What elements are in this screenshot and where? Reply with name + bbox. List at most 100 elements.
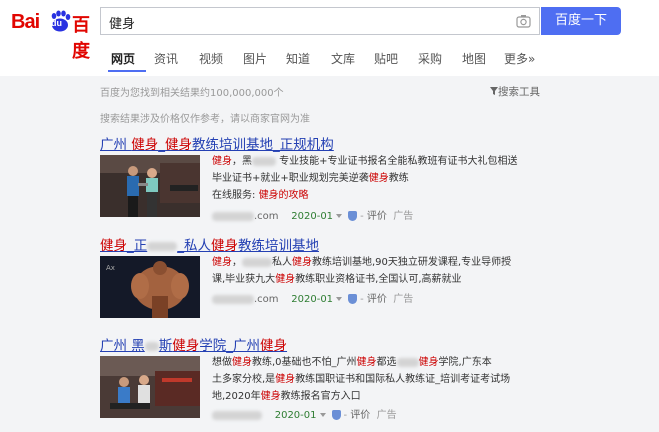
tab-news[interactable]: 资讯 <box>154 50 178 67</box>
search-result: 健身_正 _私人健身教练培训基地 Ax 健身， 私人健身教练培训基地,90天独立研发… <box>100 234 560 324</box>
desc-part: ， <box>232 257 242 268</box>
desc-highlight: 健身 <box>275 374 296 385</box>
desc-highlight: 健身 <box>356 357 377 368</box>
desc-line: 毕业证书+就业+职业规划完美逆袭健身教练 <box>212 170 560 187</box>
desc-part: 都选 <box>376 357 397 368</box>
tab-images[interactable]: 图片 <box>243 50 267 67</box>
desc-part: 学院,广东本 <box>438 357 492 368</box>
desc-line: 在线服务: 健身的攻略 <box>212 187 560 204</box>
tab-wenku[interactable]: 文库 <box>331 50 355 67</box>
search-tools[interactable]: 搜索工具 <box>490 84 540 99</box>
desc-highlight: 健身 <box>212 257 232 268</box>
title-highlight: 健身 <box>211 238 238 254</box>
title-part: _正 <box>127 238 148 254</box>
title-part: 广州 <box>100 137 132 153</box>
desc-highlight: 健身 <box>232 357 252 368</box>
result-meta: .com 2020-01- 评价 广告 <box>212 290 413 305</box>
result-meta: .com 2020-01- 评价 广告 <box>212 207 413 222</box>
tab-zhidao[interactable]: 知道 <box>286 50 310 67</box>
desc-part: 毕业证书+就业+职业规划完美逆袭 <box>212 173 369 184</box>
tab-video[interactable]: 视频 <box>199 50 223 67</box>
logo-chinese: 百度 <box>72 15 90 62</box>
search-result: 广州 健身_健身教练培训基地_正规机构 健身，黑 专业技能+专业证书报名全能私教… <box>100 133 560 225</box>
dropdown-icon[interactable] <box>319 413 326 417</box>
desc-part: 地,2020年 <box>212 391 261 402</box>
result-stats: 百度为您找到相关结果约100,000,000个 <box>100 88 284 99</box>
shield-icon[interactable] <box>331 410 341 420</box>
logo-text: Bai <box>11 11 40 33</box>
camera-icon[interactable] <box>516 14 531 28</box>
redacted-url <box>212 410 262 420</box>
logo-du: du <box>51 18 62 28</box>
desc-highlight: 健身 <box>212 156 232 167</box>
desc-line: 课,毕业获九大健身教练职业资格证书,全国认可,高薪就业 <box>212 271 560 288</box>
desc-line: 想做健身教练,0基础也不怕_广州健身都选 健身学院,广东本 <box>212 354 560 371</box>
result-url[interactable]: .com <box>254 294 279 305</box>
desc-part: 教练职业资格证书,全国认可,高薪就业 <box>295 274 462 285</box>
desc-part: 教练,0基础也不怕_广州 <box>252 357 357 368</box>
title-highlight: 健身 <box>260 338 288 354</box>
desc-highlight: 健身 <box>368 173 389 184</box>
rate-link[interactable]: 评价 <box>367 294 387 305</box>
price-notice: 搜索结果涉及价格仅作参考，请以商家官网为准 <box>100 114 310 125</box>
desc-part: 土多家分校,是 <box>212 374 276 385</box>
result-description: 健身，黑 专业技能+专业证书报名全能私教班有证书大礼包相送 毕业证书+就业+职业… <box>212 153 560 204</box>
dropdown-icon[interactable] <box>336 297 343 301</box>
desc-highlight: 健身 <box>418 357 439 368</box>
redacted-url <box>212 211 254 221</box>
title-part: 教练培训基地_正规机构 <box>192 137 334 153</box>
result-date: 2020-01 <box>291 294 334 305</box>
result-title[interactable]: 广州 黑斯健身学院_广州健身 <box>100 334 287 354</box>
result-thumbnail[interactable] <box>100 356 200 418</box>
search-button[interactable]: 百度一下 <box>541 7 621 35</box>
desc-line: 土多家分校,是健身教练国职证书和国际私人教练证_培训考证考试场 <box>212 371 560 388</box>
result-meta: 2020-01- 评价 广告 <box>212 406 397 421</box>
tab-purchase[interactable]: 采购 <box>418 50 442 67</box>
ad-label: 广告 <box>393 211 414 222</box>
redacted-text <box>396 357 419 367</box>
filter-icon <box>490 87 498 95</box>
redacted-text <box>147 241 178 251</box>
rate-link[interactable]: 评价 <box>367 211 387 222</box>
tab-map[interactable]: 地图 <box>462 50 486 67</box>
desc-line: 健身，黑 专业技能+专业证书报名全能私教班有证书大礼包相送 <box>212 153 560 170</box>
result-date: 2020-01 <box>291 211 334 222</box>
header: Bai du 百度 健身 百度一下 网页 资讯 视频 图片 知道 文库 贴吧 采… <box>0 0 659 76</box>
tab-tieba[interactable]: 贴吧 <box>374 50 398 67</box>
result-title[interactable]: 广州 健身_健身教练培训基地_正规机构 <box>100 133 334 153</box>
desc-part: 专业技能+专业证书报名全能私教班有证书大礼包相送 <box>276 156 518 167</box>
desc-part: 课,毕业获九大 <box>212 274 276 285</box>
title-part: 学院_广州 <box>199 338 261 354</box>
baidu-logo[interactable]: Bai du 百度 <box>11 10 97 62</box>
tab-more[interactable]: 更多» <box>504 50 535 67</box>
title-part: _私人 <box>177 238 211 254</box>
search-box[interactable]: 健身 <box>100 7 540 35</box>
desc-part: 教练 <box>388 173 409 184</box>
shield-icon[interactable] <box>348 211 358 221</box>
result-title[interactable]: 健身_正 _私人健身教练培训基地 <box>100 234 319 254</box>
title-part: 斯 <box>158 338 173 354</box>
desc-part: 在线服务: <box>212 190 259 201</box>
dropdown-icon[interactable] <box>336 214 343 218</box>
active-tab-underline <box>108 70 146 72</box>
desc-part: 私人 <box>272 257 292 268</box>
title-part: 教练培训基地 <box>238 238 319 254</box>
desc-highlight: 健身 <box>292 257 312 268</box>
search-tools-label: 搜索工具 <box>498 86 540 98</box>
shield-icon[interactable] <box>348 294 358 304</box>
title-part: 广州 黑 <box>100 338 145 354</box>
desc-highlight: 健身 <box>260 391 281 402</box>
desc-part: 教练报名官方入口 <box>280 391 361 402</box>
redacted-text <box>252 156 276 166</box>
service-link[interactable]: 健身的攻略 <box>259 190 309 201</box>
search-input[interactable]: 健身 <box>109 13 135 32</box>
svg-text:Ax: Ax <box>106 264 115 272</box>
result-description: 想做健身教练,0基础也不怕_广州健身都选 健身学院,广东本 土多家分校,是健身教练… <box>212 354 560 405</box>
desc-part: 教练国职证书和国际私人教练证_培训考证考试场 <box>295 374 511 385</box>
search-result: 广州 黑斯健身学院_广州健身 想做健身教练,0基础也不怕_广州健身都选 健身学院,… <box>100 334 560 426</box>
result-thumbnail[interactable] <box>100 155 200 217</box>
tab-web[interactable]: 网页 <box>108 50 146 72</box>
result-url[interactable]: .com <box>254 211 279 222</box>
rate-link[interactable]: 评价 <box>350 410 370 421</box>
result-thumbnail[interactable]: Ax <box>100 256 200 318</box>
